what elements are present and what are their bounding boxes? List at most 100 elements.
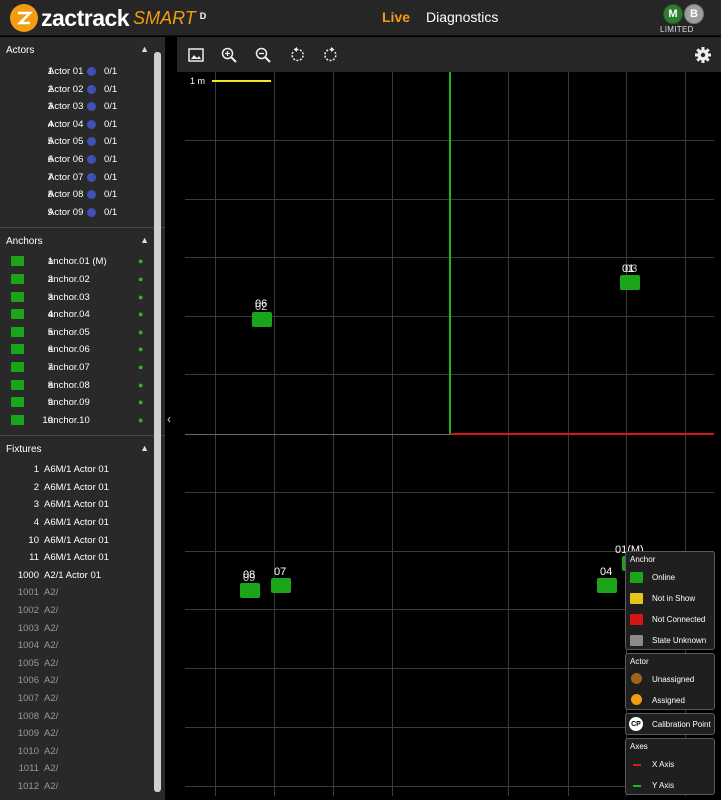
- sidebar-actor-item[interactable]: 5 Actor 05 0/1: [0, 133, 165, 151]
- actor-status-icon: [87, 190, 96, 200]
- sidebar-anchor-item[interactable]: 3 anchor.03 ●: [0, 289, 165, 307]
- anchor-marker[interactable]: [252, 312, 272, 327]
- fixtures-list: 1 A6M/1 Actor 01 2 A6M/1 Actor 01 3 A6M/1 Act…: [0, 461, 165, 800]
- map-toolbar: [177, 37, 721, 72]
- signal-icon: ●: [138, 326, 144, 337]
- sidebar-anchor-item[interactable]: 9 anchor.09 ●: [0, 394, 165, 412]
- sidebar-anchor-item[interactable]: 2 anchor.02 ●: [0, 271, 165, 289]
- fixture-number: 1004: [17, 640, 39, 652]
- sidebar-fixture-item[interactable]: 1003 A2/: [0, 620, 165, 638]
- rotate-left-icon[interactable]: [287, 45, 307, 65]
- anchor-online-icon: [11, 256, 24, 267]
- sidebar-fixture-item[interactable]: 1006 A2/: [0, 672, 165, 690]
- logo[interactable]: zactrack SMART D: [10, 4, 206, 32]
- sidebar-fixture-item[interactable]: 1 A6M/1 Actor 01: [0, 461, 165, 479]
- sidebar-anchor-item[interactable]: 10 anchor.10 ●: [0, 412, 165, 430]
- assigned-icon: [631, 694, 642, 705]
- sidebar-anchor-item[interactable]: 6 anchor.06 ●: [0, 341, 165, 359]
- actor-label: Actor 05: [48, 136, 84, 148]
- fixture-label: A2/: [44, 710, 59, 722]
- sidebar-fixture-item[interactable]: 1009 A2/: [0, 725, 165, 743]
- anchor-online-icon: [11, 291, 24, 302]
- sidebar-anchor-item[interactable]: 1 anchor.01 (M) ●: [0, 253, 165, 271]
- collapse-sidebar-icon[interactable]: ‹: [167, 412, 171, 426]
- anchor-marker[interactable]: [271, 578, 291, 593]
- sidebar-scrollbar[interactable]: [154, 52, 161, 792]
- avatar-m[interactable]: M: [663, 4, 683, 24]
- sidebar-actor-item[interactable]: 2 Actor 02 0/1: [0, 81, 165, 99]
- sidebar-fixture-item[interactable]: 4 A6M/1 Actor 01: [0, 514, 165, 532]
- rotate-right-icon[interactable]: [321, 45, 341, 65]
- sidebar-fixture-item[interactable]: 1001 A2/: [0, 584, 165, 602]
- gear-icon[interactable]: [693, 45, 713, 65]
- sidebar-anchor-item[interactable]: 4 anchor.04 ●: [0, 306, 165, 324]
- signal-icon: ●: [138, 291, 144, 302]
- chevron-up-icon[interactable]: ▲: [140, 44, 149, 54]
- actor-status-icon: [87, 172, 96, 182]
- anchor-marker-label: 07: [274, 566, 287, 578]
- anchor-marker[interactable]: [597, 578, 617, 593]
- chevron-up-icon[interactable]: ▲: [140, 235, 149, 245]
- actor-status-icon: [87, 137, 96, 147]
- sidebar-fixture-item[interactable]: 1002 A2/: [0, 602, 165, 620]
- sidebar-anchor-item[interactable]: 8 anchor.08 ●: [0, 377, 165, 395]
- calibration-point-icon: CP: [629, 717, 643, 731]
- fixture-number: 1002: [17, 605, 39, 617]
- actor-label: Actor 01: [48, 66, 84, 77]
- actors-section-header[interactable]: Actors ▲: [0, 37, 165, 63]
- sidebar-fixture-item[interactable]: 10 A6M/1 Actor 01: [0, 532, 165, 550]
- sidebar-fixture-item[interactable]: 3 A6M/1 Actor 01: [0, 496, 165, 514]
- image-icon[interactable]: [186, 45, 206, 65]
- sidebar-actor-item[interactable]: 8 Actor 08 0/1: [0, 186, 165, 204]
- chevron-up-icon[interactable]: ▲: [140, 443, 149, 453]
- sidebar-fixture-item[interactable]: 2 A6M/1 Actor 01: [0, 479, 165, 497]
- top-bar: zactrack SMART D Live Diagnostics M B LI…: [0, 0, 721, 36]
- anchor-online-icon: [11, 344, 24, 355]
- fixtures-section-header[interactable]: Fixtures ▲: [0, 435, 165, 461]
- user-area[interactable]: M B LIMITED: [659, 4, 709, 34]
- sidebar-fixture-item[interactable]: 1010 A2/: [0, 743, 165, 761]
- anchor-label: anchor.06: [48, 344, 90, 356]
- anchor-marker[interactable]: [240, 583, 260, 598]
- not-in-show-icon: [630, 593, 643, 604]
- actor-label: Actor 03: [48, 101, 84, 113]
- fixture-label: A6M/1 Actor 01: [44, 552, 109, 564]
- sidebar-fixture-item[interactable]: 1004 A2/: [0, 637, 165, 655]
- fixture-label: A2/: [44, 640, 59, 652]
- sidebar-fixture-item[interactable]: 1008 A2/: [0, 708, 165, 726]
- sidebar-actor-item[interactable]: 1 Actor 01 0/1: [0, 63, 165, 81]
- zoom-in-icon[interactable]: [219, 45, 239, 65]
- state-unknown-icon: [630, 635, 643, 646]
- sidebar-anchor-item[interactable]: 5 anchor.05 ●: [0, 324, 165, 342]
- fixture-label: A6M/1 Actor 01: [44, 534, 109, 546]
- sidebar-fixture-item[interactable]: 1011 A2/: [0, 760, 165, 778]
- fixture-number: 10: [28, 534, 39, 546]
- actor-status-icon: [87, 119, 96, 129]
- zoom-out-icon[interactable]: [253, 45, 273, 65]
- sidebar-fixture-item[interactable]: 11 A6M/1 Actor 01: [0, 549, 165, 567]
- anchors-section-header[interactable]: Anchors ▲: [0, 227, 165, 253]
- sidebar-actor-item[interactable]: 7 Actor 07 0/1: [0, 169, 165, 187]
- actor-status-icon: [87, 67, 96, 76]
- sidebar-actor-item[interactable]: 4 Actor 04 0/1: [0, 116, 165, 134]
- sidebar-fixture-item[interactable]: 1000 A2/1 Actor 01: [0, 567, 165, 585]
- logo-icon: [10, 4, 38, 32]
- fixture-label: A2/: [44, 622, 59, 634]
- fixture-number: 1011: [18, 763, 39, 775]
- avatar-b[interactable]: B: [684, 4, 704, 24]
- sidebar-fixture-item[interactable]: 1007 A2/: [0, 690, 165, 708]
- sidebar-actor-item[interactable]: 3 Actor 03 0/1: [0, 98, 165, 116]
- sidebar-actor-item[interactable]: 6 Actor 06 0/1: [0, 151, 165, 169]
- nav-diagnostics-tab[interactable]: Diagnostics: [426, 9, 498, 25]
- fixture-number: 1012: [17, 780, 39, 792]
- fixture-number: 2: [33, 481, 39, 493]
- anchor-marker[interactable]: [620, 275, 640, 290]
- sidebar-anchor-item[interactable]: 7 anchor.07 ●: [0, 359, 165, 377]
- sidebar-fixture-item[interactable]: 1013A2/: [0, 796, 165, 800]
- nav-live-tab[interactable]: Live: [382, 9, 410, 25]
- sidebar-fixture-item[interactable]: 1012 A2/: [0, 778, 165, 796]
- anchors-title: Anchors: [6, 236, 43, 248]
- sidebar-fixture-item[interactable]: 1005 A2/: [0, 655, 165, 673]
- legend-anchor: Anchor Online Not in Show Not Connected …: [625, 551, 715, 650]
- sidebar-actor-item[interactable]: 9 Actor 09 0/1: [0, 204, 165, 222]
